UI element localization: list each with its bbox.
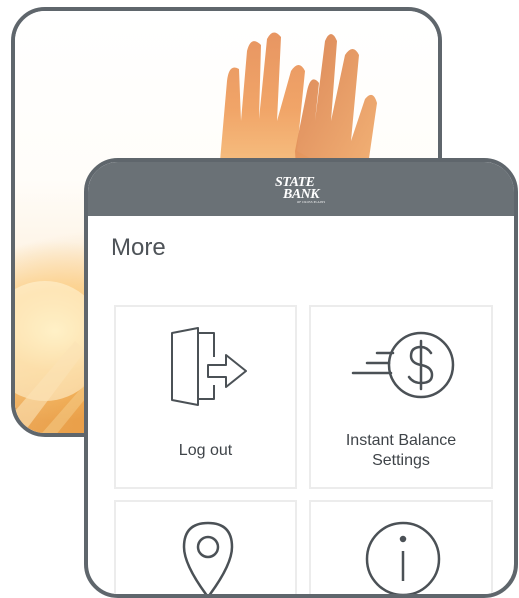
logout-label: Log out <box>178 442 233 459</box>
instant-balance-settings-tile[interactable]: Instant Balance Settings <box>309 305 493 489</box>
app-header: STATE BANK OF CROSS PLAINS <box>88 162 514 216</box>
logout-tile[interactable]: Log out <box>114 305 297 489</box>
page-title: More <box>111 234 166 261</box>
state-bank-logo: STATE BANK OF CROSS PLAINS <box>275 175 326 204</box>
instant-balance-dollar-icon <box>351 331 455 399</box>
instant-balance-settings-label: Instant Balance Settings <box>345 432 457 469</box>
info-tile[interactable] <box>309 500 493 594</box>
logout-door-icon <box>171 327 247 406</box>
locations-tile[interactable] <box>114 500 297 594</box>
app-phone: STATE BANK OF CROSS PLAINS More Log out … <box>84 158 518 598</box>
location-pin-icon <box>182 521 234 594</box>
info-icon <box>365 521 441 594</box>
